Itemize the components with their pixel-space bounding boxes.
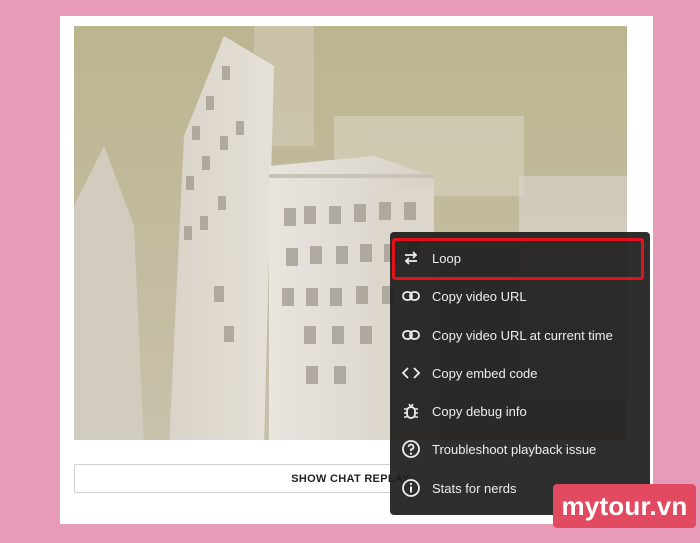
menu-item-debug-info-label: Copy debug info (432, 403, 527, 419)
link-icon (400, 324, 422, 346)
menu-item-troubleshoot[interactable]: Troubleshoot playback issue (390, 432, 650, 466)
menu-item-copy-url-time-label: Copy video URL at current time (432, 327, 613, 343)
watermark-text: mytour.vn (561, 490, 688, 521)
menu-item-copy-url-label: Copy video URL (432, 288, 527, 304)
menu-item-copy-url[interactable]: Copy video URL (390, 279, 650, 313)
loop-highlight-box (392, 238, 644, 280)
menu-item-copy-url-time[interactable]: Copy video URL at current time (390, 318, 650, 352)
menu-item-stats-label: Stats for nerds (432, 480, 517, 496)
code-icon (400, 362, 422, 384)
info-icon (400, 477, 422, 499)
menu-item-debug-info[interactable]: Copy debug info (390, 394, 650, 428)
menu-item-copy-embed[interactable]: Copy embed code (390, 356, 650, 390)
menu-item-troubleshoot-label: Troubleshoot playback issue (432, 441, 597, 457)
menu-item-copy-embed-label: Copy embed code (432, 365, 538, 381)
bug-icon (400, 400, 422, 422)
help-icon (400, 438, 422, 460)
page-bottom-band (0, 535, 700, 543)
mytour-watermark: mytour.vn (553, 484, 696, 528)
link-icon (400, 285, 422, 307)
